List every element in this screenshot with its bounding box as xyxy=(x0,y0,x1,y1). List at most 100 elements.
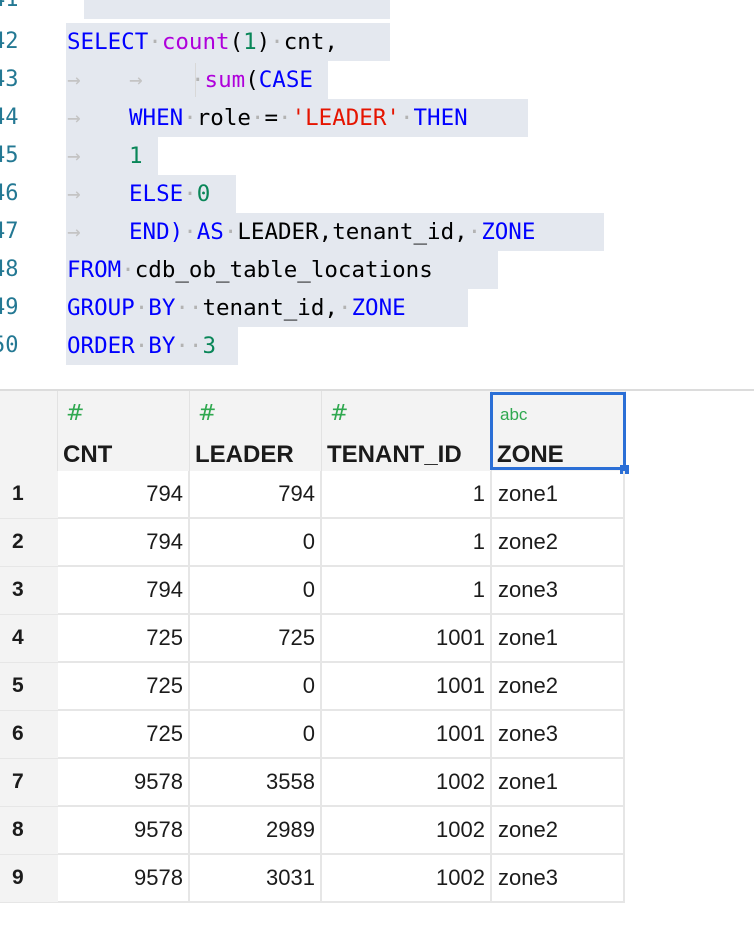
row-number[interactable]: 9 xyxy=(0,855,58,903)
table-row[interactable]: 4 725 725 1001 zone1 xyxy=(0,615,625,663)
column-header-tenant-id[interactable]: # TENANT_ID xyxy=(322,391,492,471)
line-number: 44 xyxy=(0,105,19,130)
row-number-label: 2 xyxy=(12,530,24,553)
cell-tenant-id[interactable]: 1001 xyxy=(322,663,492,711)
cell-zone[interactable]: zone1 xyxy=(492,615,625,663)
keyword: ORDER xyxy=(67,333,135,359)
column-header-cnt[interactable]: # CNT xyxy=(58,391,190,471)
cell-cnt[interactable]: 9578 xyxy=(58,855,190,903)
cell-tenant-id[interactable]: 1002 xyxy=(322,759,492,807)
keyword: ZONE xyxy=(481,219,536,245)
numeric-type-icon: # xyxy=(330,401,349,426)
cell-zone[interactable]: zone1 xyxy=(492,759,625,807)
row-number-label: 3 xyxy=(12,578,24,601)
cell-tenant-id[interactable]: 1001 xyxy=(322,615,492,663)
cell-zone[interactable]: zone1 xyxy=(492,471,625,519)
cell-zone[interactable]: zone2 xyxy=(492,663,625,711)
cell-zone[interactable]: zone2 xyxy=(492,519,625,567)
table-row[interactable]: 8 9578 2989 1002 zone2 xyxy=(0,807,625,855)
cell-tenant-id[interactable]: 1 xyxy=(322,567,492,615)
code-text: → → ·sum(CASE xyxy=(67,61,313,99)
row-number[interactable]: 3 xyxy=(0,567,58,615)
cell-cnt[interactable]: 794 xyxy=(58,471,190,519)
row-number-label: 7 xyxy=(12,770,24,793)
editor-line: 43 →→·sum(CASE xyxy=(0,61,754,99)
editor-line: 50 ORDER·BY··3 xyxy=(0,327,754,365)
line-number: 49 xyxy=(0,295,19,320)
identifier: cnt, xyxy=(283,29,338,55)
table-row[interactable]: 5 725 0 1001 zone2 xyxy=(0,663,625,711)
row-number[interactable]: 1 xyxy=(0,471,58,519)
number-literal: 3 xyxy=(202,333,217,359)
cell-cnt[interactable]: 9578 xyxy=(58,759,190,807)
cell-tenant-id[interactable]: 1 xyxy=(322,519,492,567)
cell-leader[interactable]: 0 xyxy=(190,519,322,567)
keyword: CASE xyxy=(258,67,313,93)
cell-cnt[interactable]: 725 xyxy=(58,663,190,711)
row-number[interactable]: 4 xyxy=(0,615,58,663)
cell-leader[interactable]: 3558 xyxy=(190,759,322,807)
cell-leader[interactable]: 725 xyxy=(190,615,322,663)
table-row[interactable]: 1 794 794 1 zone1 xyxy=(0,471,625,519)
number-literal: 1 xyxy=(243,29,257,55)
table-row[interactable]: 2 794 0 1 zone2 xyxy=(0,519,625,567)
row-number[interactable]: 5 xyxy=(0,663,58,711)
code-text: → END)·AS·LEADER,tenant_id,·ZONE xyxy=(67,213,535,251)
line-number: 50 xyxy=(0,333,19,358)
function-name: sum xyxy=(204,67,246,93)
keyword: GROUP xyxy=(67,295,135,321)
row-number-label: 9 xyxy=(12,866,24,889)
cell-tenant-id[interactable]: 1001 xyxy=(322,711,492,759)
editor-line: 49 GROUP·BY··tenant_id,·ZONE xyxy=(0,289,754,327)
keyword: ELSE xyxy=(129,181,184,207)
string-literal: 'LEADER' xyxy=(291,105,400,131)
cell-leader[interactable]: 0 xyxy=(190,711,322,759)
column-name: TENANT_ID xyxy=(327,441,462,468)
cell-tenant-id[interactable]: 1002 xyxy=(322,855,492,903)
keyword: THEN xyxy=(413,105,468,131)
tab-arrow-icon: → xyxy=(129,67,143,93)
code-text: FROM·cdb_ob_table_locations xyxy=(67,257,433,283)
cell-zone[interactable]: zone3 xyxy=(492,567,625,615)
number-literal: 1 xyxy=(129,143,143,169)
table-row[interactable]: 6 725 0 1001 zone3 xyxy=(0,711,625,759)
cell-cnt[interactable]: 725 xyxy=(58,615,190,663)
editor-line: 45 →1 xyxy=(0,137,754,175)
cell-zone[interactable]: zone3 xyxy=(492,855,625,903)
cell-leader[interactable]: 3031 xyxy=(190,855,322,903)
keyword: BY xyxy=(148,333,176,359)
row-number-label: 5 xyxy=(12,674,24,697)
table-row[interactable]: 9 9578 3031 1002 zone3 xyxy=(0,855,625,903)
table-row[interactable]: 7 9578 3558 1002 zone1 xyxy=(0,759,625,807)
row-number[interactable]: 2 xyxy=(0,519,58,567)
cell-cnt[interactable]: 725 xyxy=(58,711,190,759)
cell-tenant-id[interactable]: 1002 xyxy=(322,807,492,855)
column-header-leader[interactable]: # LEADER xyxy=(190,391,322,471)
tab-arrow-icon: → xyxy=(67,67,81,93)
code-text: → 1 xyxy=(67,137,143,175)
keyword: BY xyxy=(148,295,176,321)
table-row[interactable]: 3 794 0 1 zone3 xyxy=(0,567,625,615)
column-name: LEADER xyxy=(195,441,294,468)
cell-cnt[interactable]: 9578 xyxy=(58,807,190,855)
cell-cnt[interactable]: 794 xyxy=(58,519,190,567)
row-number[interactable]: 7 xyxy=(0,759,58,807)
cell-zone[interactable]: zone3 xyxy=(492,711,625,759)
cell-leader[interactable]: 0 xyxy=(190,663,322,711)
editor-line: 46 →ELSE·0 xyxy=(0,175,754,213)
keyword: ZONE xyxy=(351,295,406,321)
cell-leader[interactable]: 2989 xyxy=(190,807,322,855)
sql-editor[interactable]: 41 42 SELECT·count(1)·cnt, 43 →→·sum(CAS… xyxy=(0,0,754,390)
cell-zone[interactable]: zone2 xyxy=(492,807,625,855)
cell-leader[interactable]: 794 xyxy=(190,471,322,519)
cell-cnt[interactable]: 794 xyxy=(58,567,190,615)
editor-line: 44 →WHEN·role·=·'LEADER'·THEN xyxy=(0,99,754,137)
cell-leader[interactable]: 0 xyxy=(190,567,322,615)
row-number[interactable]: 8 xyxy=(0,807,58,855)
identifier: tenant_id, xyxy=(202,295,338,321)
numeric-type-icon: # xyxy=(198,401,217,426)
operator: = xyxy=(264,105,279,131)
code-text: ORDER·BY··3 xyxy=(67,333,217,359)
cell-tenant-id[interactable]: 1 xyxy=(322,471,492,519)
row-number[interactable]: 6 xyxy=(0,711,58,759)
